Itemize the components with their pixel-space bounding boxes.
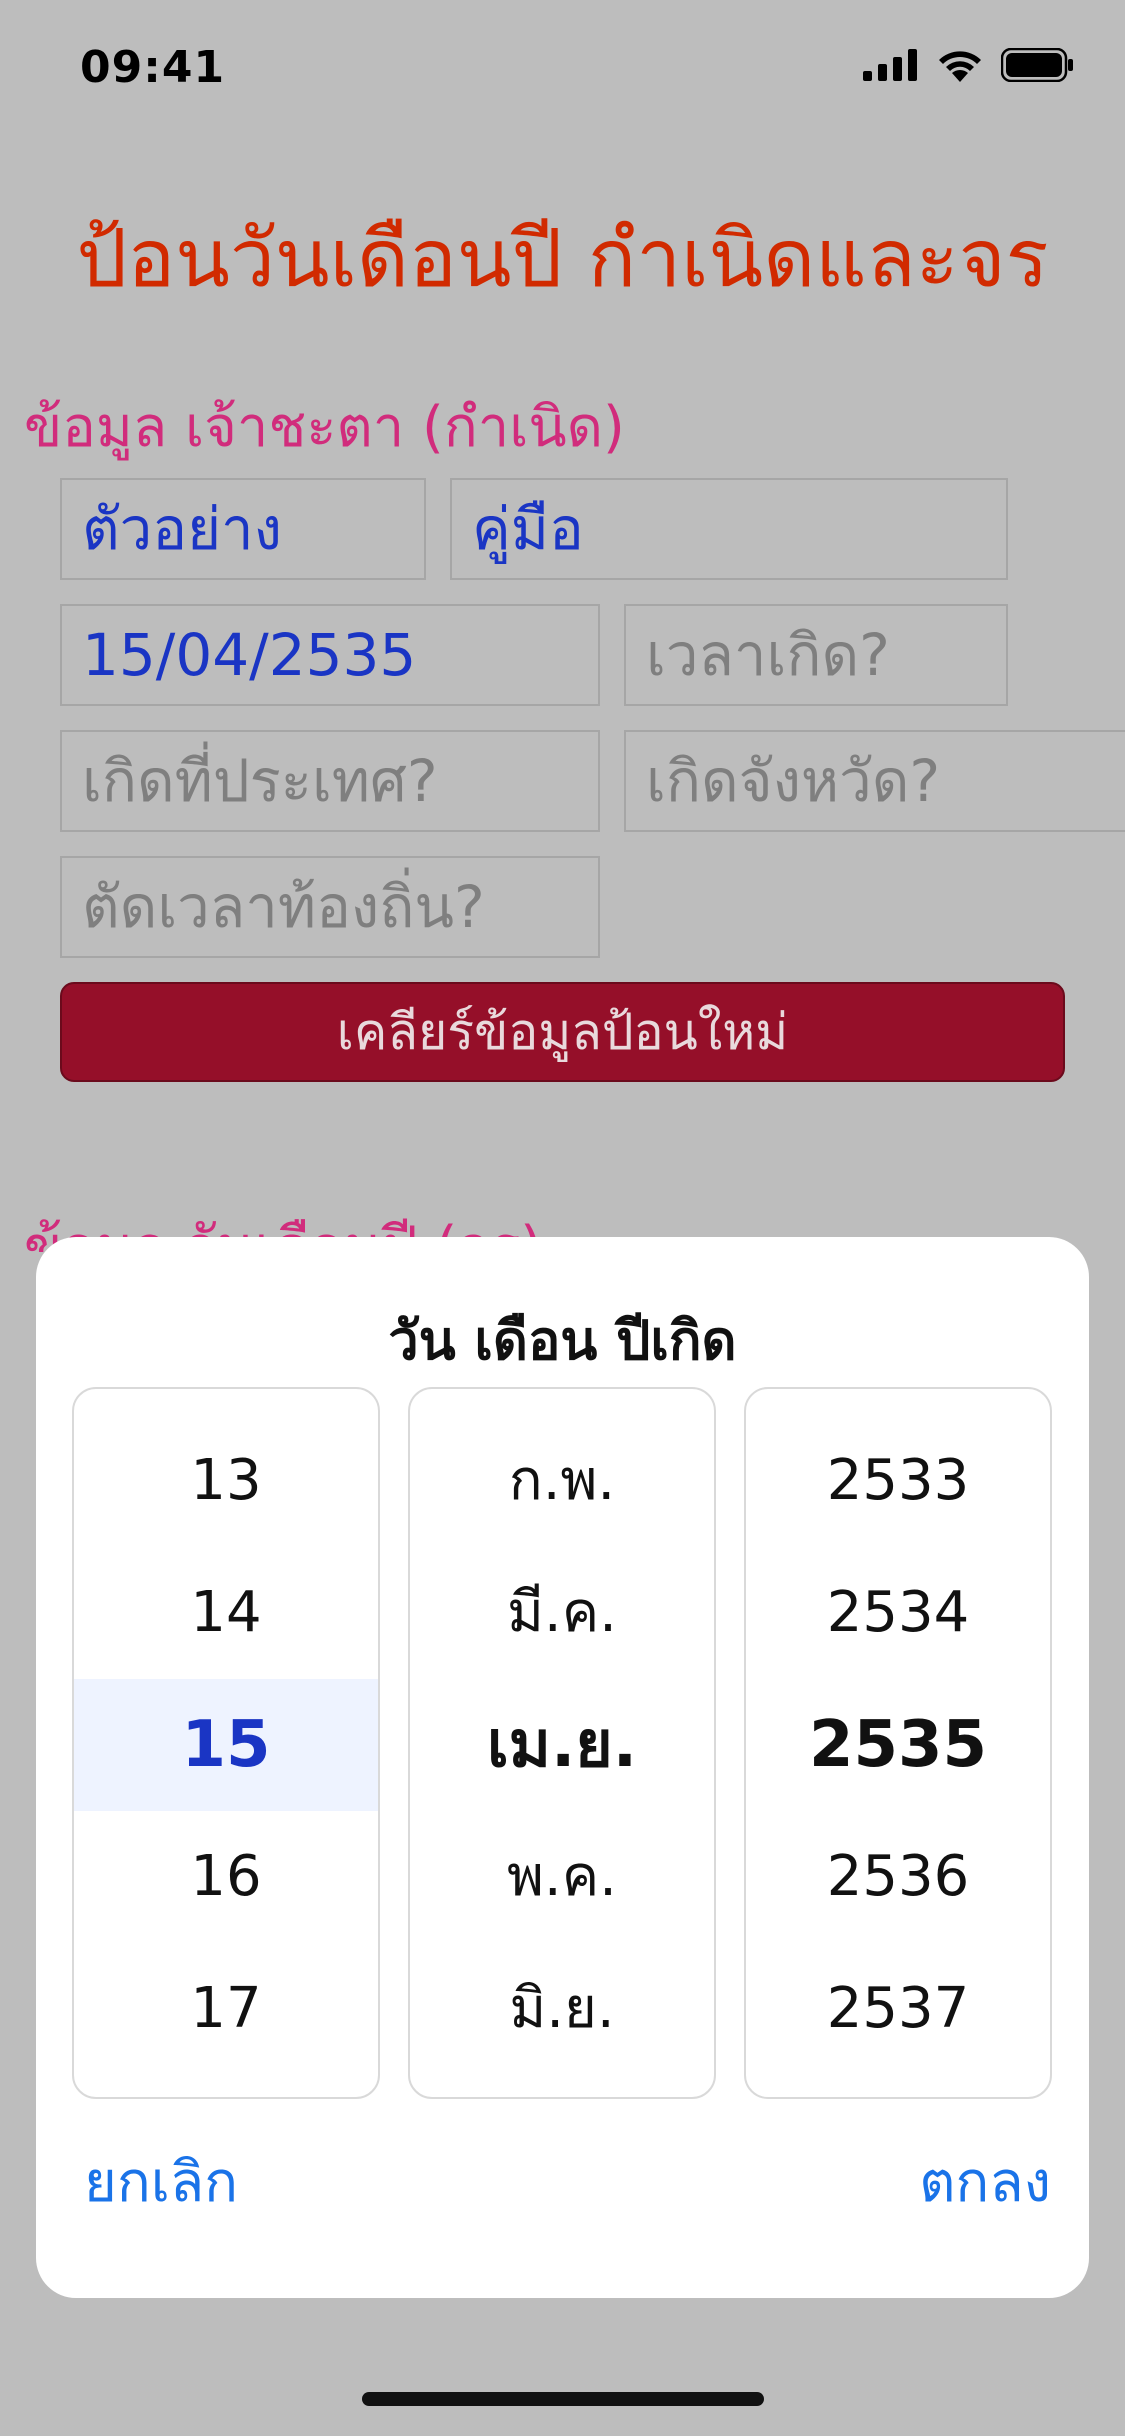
page-title: ป้อนวันเดือนปี กำเนิดและจร: [76, 212, 1049, 305]
year-option[interactable]: 2533: [746, 1415, 1050, 1547]
local-time-field[interactable]: ตัดเวลาท้องถิ่น?: [60, 856, 600, 958]
month-option[interactable]: มี.ค.: [410, 1547, 714, 1679]
day-option-selected[interactable]: 15: [74, 1679, 378, 1811]
year-option[interactable]: 2534: [746, 1547, 1050, 1679]
day-wheel[interactable]: 13 14 15 16 17: [72, 1387, 380, 2099]
status-icons: [863, 48, 1075, 82]
year-wheel[interactable]: 2533 2534 2535 2536 2537: [744, 1387, 1052, 2099]
birth-date-field[interactable]: 15/04/2535: [60, 604, 600, 706]
ok-button[interactable]: ตกลง: [919, 2137, 1051, 2226]
status-bar: 09:41: [0, 0, 1125, 140]
birth-province-field[interactable]: เกิดจังหวัด?: [624, 730, 1125, 832]
day-option[interactable]: 16: [74, 1811, 378, 1943]
date-picker-title: วัน เดือน ปีเกิด: [388, 1309, 737, 1372]
birth-country-field[interactable]: เกิดที่ประเทศ?: [60, 730, 600, 832]
day-option[interactable]: 17: [74, 1943, 378, 2075]
year-option-selected[interactable]: 2535: [746, 1679, 1050, 1811]
month-wheel[interactable]: ก.พ. มี.ค. เม.ย. พ.ค. มิ.ย.: [408, 1387, 716, 2099]
month-option-selected[interactable]: เม.ย.: [410, 1679, 714, 1811]
date-picker-sheet: วัน เดือน ปีเกิด 13 14 15 16 17 ก.พ. มี.…: [36, 1237, 1089, 2298]
birth-time-field[interactable]: เวลาเกิด?: [624, 604, 1008, 706]
month-option[interactable]: มิ.ย.: [410, 1943, 714, 2075]
year-option[interactable]: 2537: [746, 1943, 1050, 2075]
section-birth-title: ข้อมูล เจ้าชะตา (กำเนิด): [24, 395, 625, 460]
cellular-signal-icon: [863, 49, 917, 81]
home-indicator: [362, 2392, 764, 2406]
day-option[interactable]: 13: [74, 1415, 378, 1547]
year-option[interactable]: 2536: [746, 1811, 1050, 1943]
day-option[interactable]: 14: [74, 1547, 378, 1679]
last-name-field[interactable]: คู่มือ: [450, 478, 1008, 580]
battery-icon: [1001, 48, 1073, 82]
first-name-field[interactable]: ตัวอย่าง: [60, 478, 426, 580]
wifi-icon: [939, 51, 981, 82]
cancel-button[interactable]: ยกเลิก: [84, 2137, 238, 2226]
month-option[interactable]: ก.พ.: [410, 1415, 714, 1547]
month-option[interactable]: พ.ค.: [410, 1811, 714, 1943]
status-time: 09:41: [80, 42, 226, 93]
clear-data-button[interactable]: เคลียร์ข้อมูลป้อนใหม่: [60, 982, 1065, 1082]
